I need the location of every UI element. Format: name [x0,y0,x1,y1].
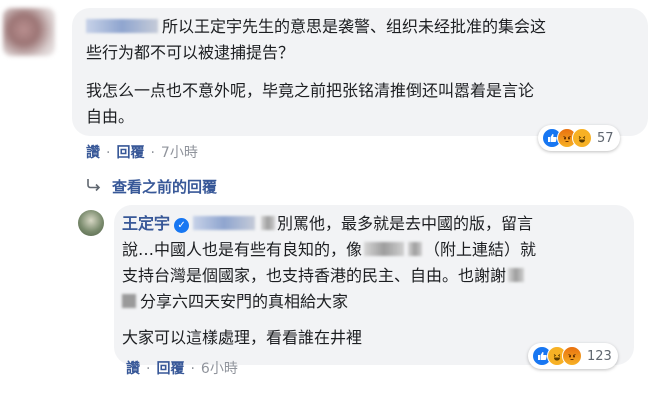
blurred-text [408,242,423,256]
timestamp[interactable]: 6小時 [201,361,238,377]
avatar[interactable] [3,8,55,56]
blurred-username[interactable] [508,268,525,282]
reply-actions: 讚 · 回覆 · 6小時 [126,361,238,377]
view-previous-replies[interactable]: 查看之前的回覆 [86,176,217,197]
blurred-text [122,294,136,308]
comment-bubble: 所以王定宇先生的意思是袭警、组织未经批准的集会这 些行为都不可以被逮捕提告？ 我… [72,8,648,136]
reaction-summary[interactable]: 57 [538,125,620,151]
blurred-mention[interactable] [193,216,256,230]
reaction-count: 123 [587,348,612,364]
comment-actions: 讚 · 回覆 · 7小時 [86,145,198,161]
reaction-count: 57 [597,130,614,146]
blurred-commenter-name[interactable] [86,19,158,33]
reply-reaction-summary[interactable]: 123 [528,343,618,369]
reply-text: 王定宇 ✓ 別罵他，最多就是去中國的版，留言 說…中國人也是有些有良知的，像 （附上連… [122,214,537,347]
like-link[interactable]: 讚 [126,361,140,377]
author-avatar[interactable] [78,210,104,236]
blurred-username[interactable] [364,242,405,256]
author-name[interactable]: 王定宇 [122,214,170,233]
reply-bubble: 王定宇 ✓ 別罵他，最多就是去中國的版，留言 說…中國人也是有些有良知的，像 （附上連… [114,205,634,365]
reply-arrow-icon [86,177,102,196]
comment-text: 所以王定宇先生的意思是袭警、组织未经批准的集会这 些行为都不可以被逮捕提告？ 我… [86,17,547,126]
reply-link[interactable]: 回覆 [156,361,184,377]
blurred-text [261,216,276,230]
view-replies-label[interactable]: 查看之前的回覆 [112,176,217,197]
haha-icon [572,128,592,148]
verified-check-icon: ✓ [174,218,190,233]
reply-link[interactable]: 回覆 [116,145,144,161]
like-link[interactable]: 讚 [86,145,100,161]
timestamp[interactable]: 7小時 [161,145,198,161]
angry-icon [562,346,582,366]
